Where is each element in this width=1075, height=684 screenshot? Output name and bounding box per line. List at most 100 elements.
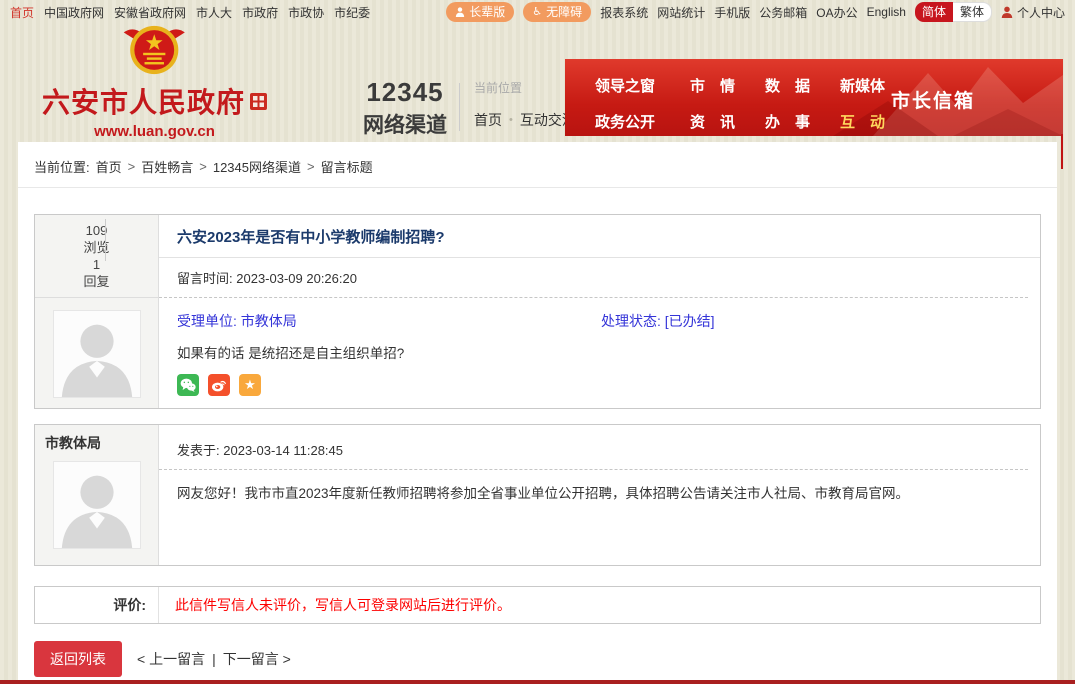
traditional-chinese-button[interactable]: 繁体 — [953, 2, 992, 22]
top-link-home[interactable]: 首页 — [10, 4, 34, 21]
reply-sidebar: 市教体局 — [35, 425, 159, 565]
handling-unit-value: 市教体局 — [241, 313, 297, 329]
message-time-label: 留言时间: — [177, 271, 233, 286]
share-bar: ★ — [159, 362, 1040, 408]
breadcrumb-citizen-voice[interactable]: 百姓畅言 — [141, 157, 193, 176]
nav-interaction[interactable]: 互 动 — [840, 111, 925, 132]
top-bar: 首页 中国政府网 安徽省政府网 市人大 市政府 市政协 市纪委 长辈版 ♿ 无障… — [0, 0, 1075, 21]
top-link-china-gov[interactable]: 中国政府网 — [44, 4, 104, 21]
message-sidebar: 109 浏览 1 回复 — [35, 215, 159, 408]
profile-center-label: 个人中心 — [1017, 4, 1065, 21]
simplified-chinese-button[interactable]: 简体 — [915, 2, 953, 22]
handling-status-value: [已办结] — [665, 313, 715, 329]
site-header: 六安市人民政府 www.luan.gov.cn 12345 网络渠道 当前位置 … — [0, 21, 1075, 142]
reply-author: 市教体局 — [35, 425, 158, 453]
reply-time-label: 发表于: — [177, 443, 220, 458]
site-logo[interactable]: 六安市人民政府 www.luan.gov.cn — [42, 25, 267, 140]
breadcrumb-channel[interactable]: 12345网络渠道 — [213, 157, 301, 176]
evaluation-label: 评价: — [35, 587, 159, 623]
top-link-report-system[interactable]: 报表系统 — [600, 4, 648, 21]
location-home-link[interactable]: 首页 — [474, 110, 502, 130]
nav-data[interactable]: 数 据 — [765, 75, 840, 96]
top-link-oa[interactable]: OA办公 — [816, 4, 857, 21]
breadcrumb-label: 当前位置: — [34, 157, 90, 176]
profile-center-link[interactable]: 个人中心 — [1001, 4, 1065, 21]
nav-news[interactable]: 资 讯 — [690, 111, 765, 132]
top-link-discipline[interactable]: 市纪委 — [334, 4, 370, 21]
breadcrumb-home[interactable]: 首页 — [96, 157, 122, 176]
top-link-english[interactable]: English — [867, 5, 906, 19]
back-to-list-button[interactable]: 返回列表 — [34, 641, 122, 677]
top-link-cppcc[interactable]: 市政协 — [288, 4, 324, 21]
prev-message-link[interactable]: < 上一留言 — [137, 649, 205, 669]
content-panel: 当前位置: 首页 > 百姓畅言 > 12345网络渠道 > 留言标题 109 浏… — [18, 142, 1057, 680]
top-link-city-gov[interactable]: 市政府 — [242, 4, 278, 21]
pager: < 上一留言 | 下一留言 > — [137, 649, 291, 669]
accessibility-button[interactable]: ♿ 无障碍 — [523, 2, 591, 22]
header-location: 当前位置 首页 • 互动交流 — [474, 79, 576, 130]
bottom-actions: 返回列表 < 上一留言 | 下一留言 > — [34, 641, 1041, 677]
official-seal-icon — [250, 93, 267, 110]
top-bar-utilities: 长辈版 ♿ 无障碍 报表系统 网站统计 手机版 公务邮箱 OA办公 Englis… — [446, 2, 1065, 22]
site-url: www.luan.gov.cn — [42, 123, 267, 140]
stats-divider — [105, 219, 106, 261]
next-message-link[interactable]: 下一留言 > — [223, 649, 291, 669]
elder-mode-label: 长辈版 — [469, 3, 505, 20]
nav-gov-affairs[interactable]: 政务公开 — [595, 111, 690, 132]
top-link-site-stats[interactable]: 网站统计 — [657, 4, 705, 21]
national-emblem-icon — [120, 25, 189, 75]
handling-status-label: 处理状态: — [601, 313, 661, 329]
handling-status: 处理状态: [已办结] — [601, 311, 715, 331]
accessibility-label: 无障碍 — [546, 3, 582, 20]
evaluation-text: 此信件写信人未评价，写信人可登录网站后进行评价。 — [159, 587, 511, 623]
top-link-mobile[interactable]: 手机版 — [714, 4, 750, 21]
nav-city-profile[interactable]: 市 情 — [690, 75, 765, 96]
weibo-icon — [211, 378, 227, 392]
reply-body: 发表于: 2023-03-14 11:28:45 网友您好！我市市直2023年度… — [159, 425, 1040, 565]
reply-content: 网友您好！我市市直2023年度新任教师招聘将参加全省事业单位公开招聘，具体招聘公… — [159, 470, 1040, 519]
pager-separator: | — [212, 651, 216, 667]
message-time-row: 留言时间: 2023-03-09 20:26:20 — [159, 258, 1028, 298]
message-stats: 109 浏览 1 回复 — [35, 215, 158, 298]
handling-unit: 受理单位: 市教体局 — [177, 311, 601, 331]
user-icon — [1001, 6, 1013, 18]
star-icon: ★ — [244, 377, 256, 393]
red-tick-decoration — [1061, 134, 1063, 169]
views-count: 109 — [35, 222, 158, 239]
top-link-anhui-gov[interactable]: 安徽省政府网 — [114, 4, 186, 21]
replies-label: 回复 — [35, 273, 158, 290]
reply-time-row: 发表于: 2023-03-14 11:28:45 — [159, 425, 1028, 470]
nav-mayor-mailbox[interactable]: 市长信箱 — [891, 86, 975, 113]
avatar — [53, 461, 141, 549]
breadcrumb-separator: > — [307, 159, 315, 174]
message-title: 六安2023年是否有中小学教师编制招聘? — [159, 215, 1040, 258]
wheelchair-icon: ♿ — [532, 5, 542, 18]
breadcrumb-separator: > — [128, 159, 136, 174]
dot-separator: • — [509, 114, 513, 126]
channel-number: 12345 — [362, 77, 448, 108]
reply-time-value: 2023-03-14 11:28:45 — [223, 443, 343, 458]
breadcrumb-current: 留言标题 — [321, 157, 373, 176]
wechat-icon — [180, 378, 196, 392]
share-favorite-button[interactable]: ★ — [239, 374, 261, 396]
header-divider — [459, 83, 460, 131]
message-body: 六安2023年是否有中小学教师编制招聘? 留言时间: 2023-03-09 20… — [159, 215, 1040, 408]
handling-unit-label: 受理单位: — [177, 313, 237, 329]
reply-card: 市教体局 发表于: 2023-03-14 11:28:45 网友您好！我市市直2… — [34, 424, 1041, 566]
nav-leaders[interactable]: 领导之窗 — [595, 75, 690, 96]
top-bar-links: 首页 中国政府网 安徽省政府网 市人大 市政府 市政协 市纪委 — [10, 4, 370, 21]
person-icon — [455, 7, 465, 17]
share-wechat-button[interactable] — [177, 374, 199, 396]
elder-mode-button[interactable]: 长辈版 — [446, 2, 514, 22]
message-content: 如果有的话 是统招还是自主组织单招? — [159, 331, 1040, 362]
avatar — [53, 310, 141, 398]
evaluation-card: 评价: 此信件写信人未评价，写信人可登录网站后进行评价。 — [34, 586, 1041, 624]
top-link-mailbox[interactable]: 公务邮箱 — [759, 4, 807, 21]
message-card: 109 浏览 1 回复 六安2023年是否有中小学教师编制招聘? 留言时间: 2… — [34, 214, 1041, 409]
message-meta-row: 受理单位: 市教体局 处理状态: [已办结] — [159, 298, 1040, 331]
share-weibo-button[interactable] — [208, 374, 230, 396]
top-link-peoples-congress[interactable]: 市人大 — [196, 4, 232, 21]
main-navigation: 领导之窗 市 情 数 据 新媒体 政务公开 资 讯 办 事 互 动 市长信箱 — [565, 59, 1063, 136]
nav-services[interactable]: 办 事 — [765, 111, 840, 132]
breadcrumb-separator: > — [199, 159, 207, 174]
